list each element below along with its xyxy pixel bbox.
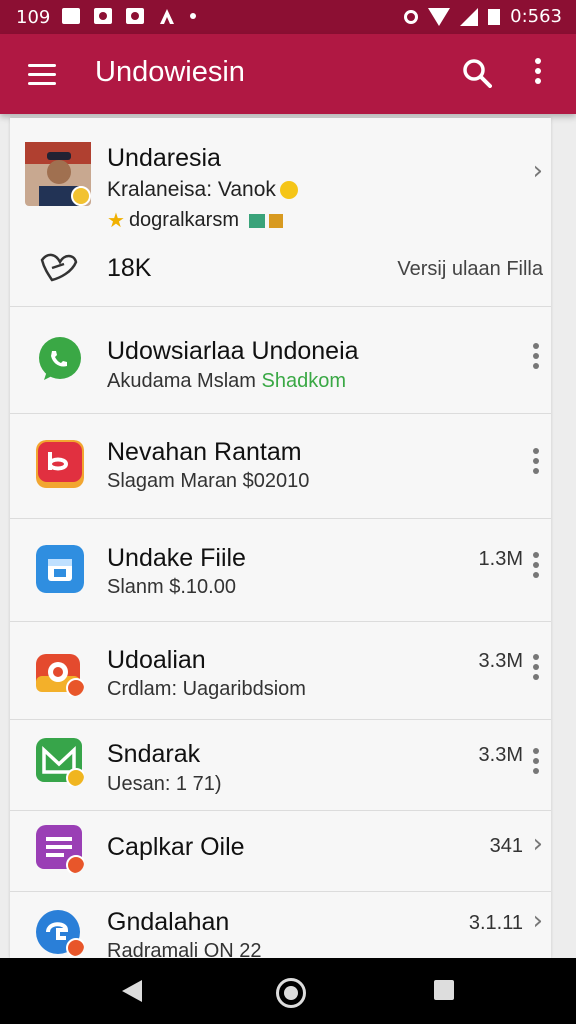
item-subtitle: Crdlam: Uagaribdsiom <box>107 678 306 700</box>
home-icon[interactable] <box>276 978 306 1008</box>
status-bar: 109 0:563 <box>0 0 576 34</box>
list-item[interactable]: Udowsiarlaa Undoneia Akudama Mslam Shadk… <box>10 307 551 414</box>
list-item[interactable]: Undake Fiile Slanm $.10.00 1.3M <box>10 519 551 622</box>
list-item[interactable]: Caplkar Oile 341 › <box>10 811 551 892</box>
more-options-icon[interactable] <box>533 448 541 478</box>
item-title: Sndarak <box>107 740 201 768</box>
chevron-right-icon[interactable]: › <box>533 906 543 936</box>
item-subtitle: Slagam Maran $02010 <box>107 470 310 492</box>
notification-icon <box>62 8 80 24</box>
star-icon: ★ <box>107 210 125 232</box>
item-size: 3.3M <box>478 744 523 766</box>
alarm-icon <box>404 9 419 24</box>
item-size: 3.1.11 <box>468 912 523 934</box>
hands-icon <box>40 253 78 282</box>
item-subtitle: Slanm $.10.00 <box>107 576 236 598</box>
camera-icon <box>36 654 84 696</box>
item-size: 3.3M <box>478 650 523 672</box>
item-title: Gndalahan <box>107 908 230 936</box>
status-clock: 0:563 <box>510 6 562 27</box>
featured-title: Undaresia <box>107 144 221 172</box>
app-title: Undowiesin <box>95 56 245 88</box>
item-size: 1.3M <box>478 548 523 570</box>
back-icon[interactable] <box>122 980 142 1002</box>
more-options-icon[interactable] <box>533 552 541 582</box>
app-bar: Undowiesin <box>0 34 576 114</box>
featured-app-row[interactable]: Undaresia Kralaneisa: Vanok ★ dogralkars… <box>10 118 551 307</box>
notification-icon <box>94 8 112 24</box>
recents-icon[interactable] <box>434 980 454 1000</box>
avatar <box>25 142 91 206</box>
list-item[interactable]: Nevahan Rantam Slagam Maran $02010 <box>10 414 551 519</box>
more-options-icon[interactable] <box>533 654 541 684</box>
more-options-icon[interactable] <box>533 343 541 373</box>
item-title: Nevahan Rantam <box>107 438 302 466</box>
emoji-icon <box>279 181 298 199</box>
item-title: Udowsiarlaa Undoneia <box>107 337 359 365</box>
notification-icons <box>62 8 196 24</box>
app-icon <box>36 440 84 488</box>
item-title: Undake Fiile <box>107 544 246 572</box>
calendar-icon <box>36 545 84 593</box>
featured-developer: dogralkarsm <box>128 209 239 231</box>
app-list: Undaresia Kralaneisa: Vanok ★ dogralkars… <box>10 118 551 958</box>
item-title: Caplkar Oile <box>107 833 245 861</box>
notification-icon <box>160 9 174 24</box>
battery-icon <box>488 8 501 25</box>
item-title: Udoalian <box>107 646 206 674</box>
plant-icon <box>248 213 265 228</box>
item-subtitle: Radramali ON 22 <box>107 940 262 958</box>
item-subtitle: Uesan: 1 71) <box>107 773 222 795</box>
list-item[interactable]: Sndarak Uesan: 1 71) 3.3M <box>10 720 551 811</box>
signal-icon <box>460 7 479 26</box>
item-subtitle: Akudama Mslam <box>107 370 256 392</box>
whatsapp-icon <box>39 337 81 380</box>
download-count: 18K <box>107 254 152 282</box>
overflow-menu-icon[interactable] <box>530 58 546 88</box>
list-item[interactable]: Gndalahan Radramali ON 22 3.1.11 › <box>10 892 551 958</box>
app-icon <box>36 910 84 956</box>
mail-icon <box>36 738 84 786</box>
status-time: 109 <box>16 7 51 28</box>
notification-icon <box>126 8 144 24</box>
notification-dot-icon <box>190 13 196 19</box>
featured-subtitle: Kralaneisa: Vanok <box>107 178 276 201</box>
chevron-right-icon[interactable]: › <box>533 829 543 859</box>
list-item[interactable]: Udoalian Crdlam: Uagaribdsiom 3.3M <box>10 622 551 720</box>
wifi-icon <box>428 7 451 26</box>
more-options-icon[interactable] <box>533 748 541 778</box>
version-label: Versij ulaan Filla <box>397 258 543 280</box>
search-icon[interactable] <box>462 58 492 88</box>
navigation-bar <box>0 958 576 1024</box>
notes-icon <box>36 825 84 873</box>
hamburger-menu-icon[interactable] <box>28 64 56 85</box>
item-highlight: Shadkom <box>261 370 347 392</box>
chevron-right-icon[interactable]: › <box>533 156 543 186</box>
item-size: 341 <box>489 835 523 857</box>
badge-icon <box>268 213 283 228</box>
